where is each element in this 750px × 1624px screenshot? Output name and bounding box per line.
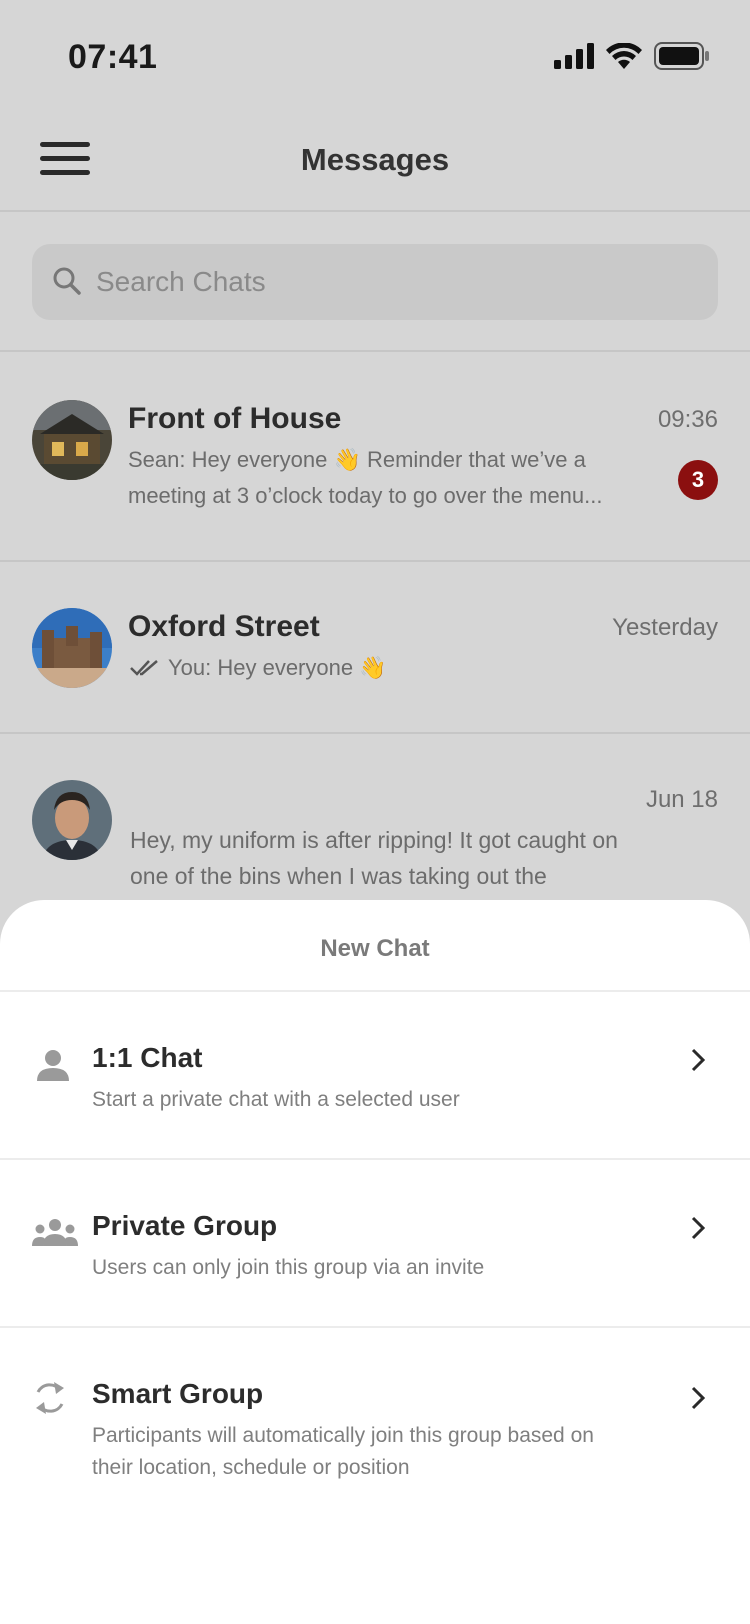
read-receipt-icon [130, 660, 158, 676]
battery-icon [654, 42, 709, 70]
search-box[interactable] [32, 244, 718, 320]
chat-preview: You: Hey everyone 👋 [168, 655, 387, 680]
search-section [0, 212, 750, 352]
chevron-right-icon [691, 1216, 706, 1240]
option-private-group[interactable]: Private Group Users can only join this g… [0, 1160, 750, 1328]
search-input[interactable] [96, 244, 696, 320]
avatar [32, 608, 112, 688]
chat-item-direct[interactable]: Jun 18 Hey, my uniform is after ripping!… [0, 734, 750, 906]
chat-name: Oxford Street [128, 610, 320, 643]
option-label: Smart Group [92, 1378, 264, 1409]
group-icon [32, 1219, 78, 1246]
chat-preview: Sean: Hey everyone 👋 Reminder that we’ve… [128, 447, 603, 508]
avatar [32, 400, 112, 480]
avatar [32, 780, 112, 860]
chevron-right-icon [691, 1048, 706, 1072]
status-icons [554, 42, 710, 70]
chevron-right-icon [691, 1386, 706, 1410]
header: Messages [0, 120, 750, 212]
option-description: Start a private chat with a selected use… [92, 1088, 460, 1111]
chat-time: Yesterday [612, 614, 718, 641]
signal-icon [554, 43, 594, 69]
chat-time: 09:36 [657, 406, 718, 433]
chat-item-oxford-street[interactable]: Oxford Street Yesterday You: Hey everyon… [0, 562, 750, 734]
person-icon [37, 1050, 69, 1081]
wifi-icon [606, 43, 642, 69]
option-label: 1:1 Chat [92, 1042, 203, 1073]
option-one-to-one-chat[interactable]: 1:1 Chat Start a private chat with a sel… [0, 992, 750, 1160]
option-description: Participants will automatically join thi… [92, 1424, 594, 1479]
sheet-title: New Chat [0, 900, 750, 992]
page-title: Messages [300, 142, 450, 177]
unread-badge: 3 [678, 460, 718, 500]
chat-name: Front of House [128, 402, 342, 435]
option-smart-group[interactable]: Smart Group Participants will automatica… [0, 1328, 750, 1528]
option-description: Users can only join this group via an in… [92, 1256, 485, 1279]
status-bar: 07:41 [0, 0, 750, 120]
sync-icon [36, 1382, 64, 1414]
chat-preview: Hey, my uniform is after ripping! It got… [130, 827, 618, 889]
new-chat-sheet: New Chat 1:1 Chat Start a private chat w… [0, 900, 750, 1624]
search-icon [53, 267, 81, 295]
chat-time: Jun 18 [645, 786, 718, 813]
status-time: 07:41 [68, 38, 158, 76]
option-label: Private Group [92, 1210, 278, 1241]
chat-item-front-of-house[interactable]: Front of House 09:36 Sean: Hey everyone … [0, 352, 750, 562]
